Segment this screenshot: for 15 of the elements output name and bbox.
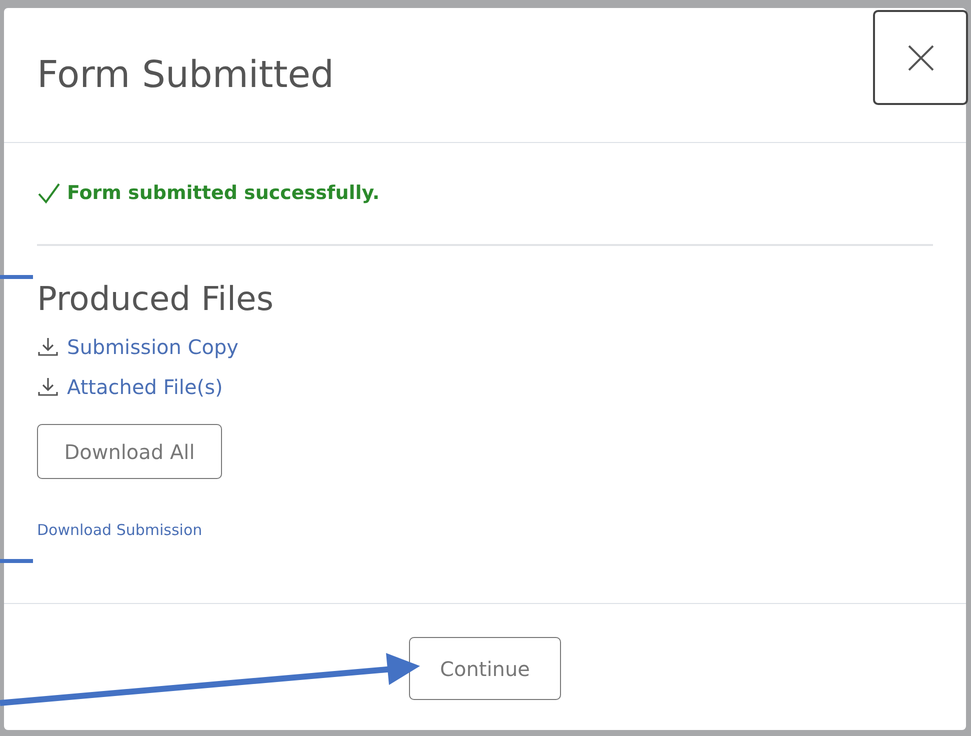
file-download-link[interactable]: Submission Copy: [37, 332, 933, 362]
download-icon: [37, 337, 59, 358]
close-button[interactable]: [873, 10, 968, 105]
close-icon: [906, 44, 934, 72]
annotation-line: [0, 275, 33, 279]
success-message: Form submitted successfully.: [67, 181, 380, 206]
download-icon: [37, 377, 59, 398]
check-icon: [37, 182, 61, 204]
download-submission-link[interactable]: Download Submission: [37, 519, 202, 542]
download-all-button[interactable]: Download All: [37, 424, 222, 480]
file-download-link[interactable]: Attached File(s): [37, 372, 933, 402]
dialog-title: Form Submitted: [37, 53, 334, 98]
annotation-line: [0, 559, 33, 563]
section-heading: Produced Files: [37, 278, 275, 318]
continue-button[interactable]: Continue: [409, 637, 561, 700]
